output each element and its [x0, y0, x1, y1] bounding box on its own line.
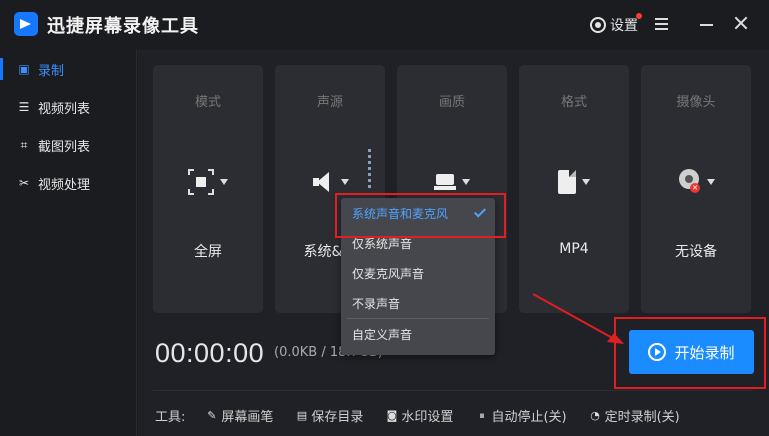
annotation-arrow	[532, 293, 624, 344]
